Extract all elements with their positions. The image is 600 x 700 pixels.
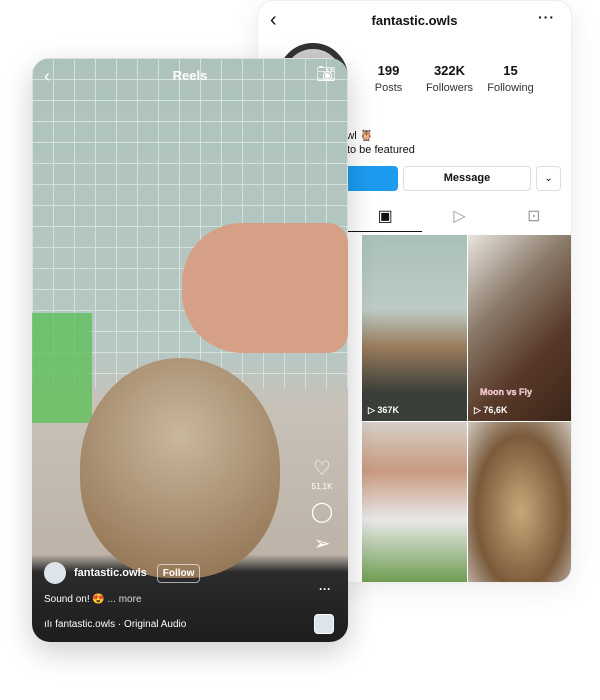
tagged-icon: ⊡ [527, 208, 541, 225]
audio-thumbnail[interactable] [314, 614, 334, 634]
reels-title: Reels [172, 68, 208, 83]
audio-icon: ıIı [44, 619, 53, 630]
reel-username[interactable]: fantastic.owls [74, 567, 147, 579]
views-value: 76,6K [483, 405, 508, 415]
stat-value: 322K [433, 63, 466, 78]
grid-item[interactable]: Moon vs Fly ▷ 76,6K [468, 235, 571, 421]
follow-button[interactable]: Follow [156, 563, 201, 583]
video-object [32, 313, 92, 423]
views-count: ▷ 367K [368, 405, 399, 415]
stat-label: Following [487, 82, 534, 94]
reel-caption: Sound on! 😍 ... more [44, 594, 142, 605]
audio-info[interactable]: ıIı fantastic.owls · Original Audio [44, 619, 186, 630]
likes-count: 51,1K [311, 482, 333, 491]
camera-icon[interactable]: 📷︎ [316, 64, 336, 84]
back-icon[interactable]: ‹ [44, 66, 50, 87]
more-icon[interactable]: ··· [538, 9, 555, 25]
grid-item[interactable] [468, 422, 571, 582]
heart-icon[interactable]: ♡ [310, 458, 334, 480]
stat-following[interactable]: 15 Following [480, 63, 541, 96]
video-owl [80, 358, 280, 578]
stat-label: Followers [425, 82, 474, 94]
grid-item[interactable] [362, 422, 467, 582]
avatar[interactable] [44, 562, 66, 584]
comment-icon[interactable]: ◯ [310, 501, 334, 523]
tab-tagged[interactable]: ⊡ [497, 206, 571, 232]
reel-player[interactable]: ‹ Reels 📷︎ ♡ 51,1K ◯ ➢ fantastic.owls Fo… [32, 58, 348, 642]
audio-label: fantastic.owls · Original Audio [55, 619, 187, 630]
caption-text: Sound on! 😍 [44, 594, 105, 605]
more-icon[interactable]: ··· [319, 582, 331, 596]
reels-icon: ▣ [377, 208, 393, 225]
views-value: 367K [377, 405, 399, 415]
stat-value: 199 [377, 63, 400, 78]
tab-reels[interactable]: ▣ [348, 206, 423, 232]
play-icon: ▷ [453, 208, 466, 225]
stat-value: 15 [503, 63, 518, 78]
stat-posts[interactable]: 199 Posts [358, 63, 419, 96]
profile-username: fantastic.owls [371, 13, 458, 28]
video-hand [182, 223, 348, 353]
grid-item[interactable]: ▷ 367K [362, 235, 467, 421]
video-caption: Moon vs Fly [480, 387, 533, 397]
stat-followers[interactable]: 322K Followers [419, 63, 480, 96]
send-icon[interactable]: ➢ [310, 533, 334, 555]
more-link[interactable]: ... more [108, 594, 142, 605]
stat-label: Posts [374, 82, 403, 94]
chevron-down-icon[interactable]: ⌄ [536, 166, 561, 191]
tab-videos[interactable]: ▷ [422, 206, 496, 232]
message-button[interactable]: Message [403, 166, 531, 191]
views-count: ▷ 76,6K [474, 405, 508, 415]
